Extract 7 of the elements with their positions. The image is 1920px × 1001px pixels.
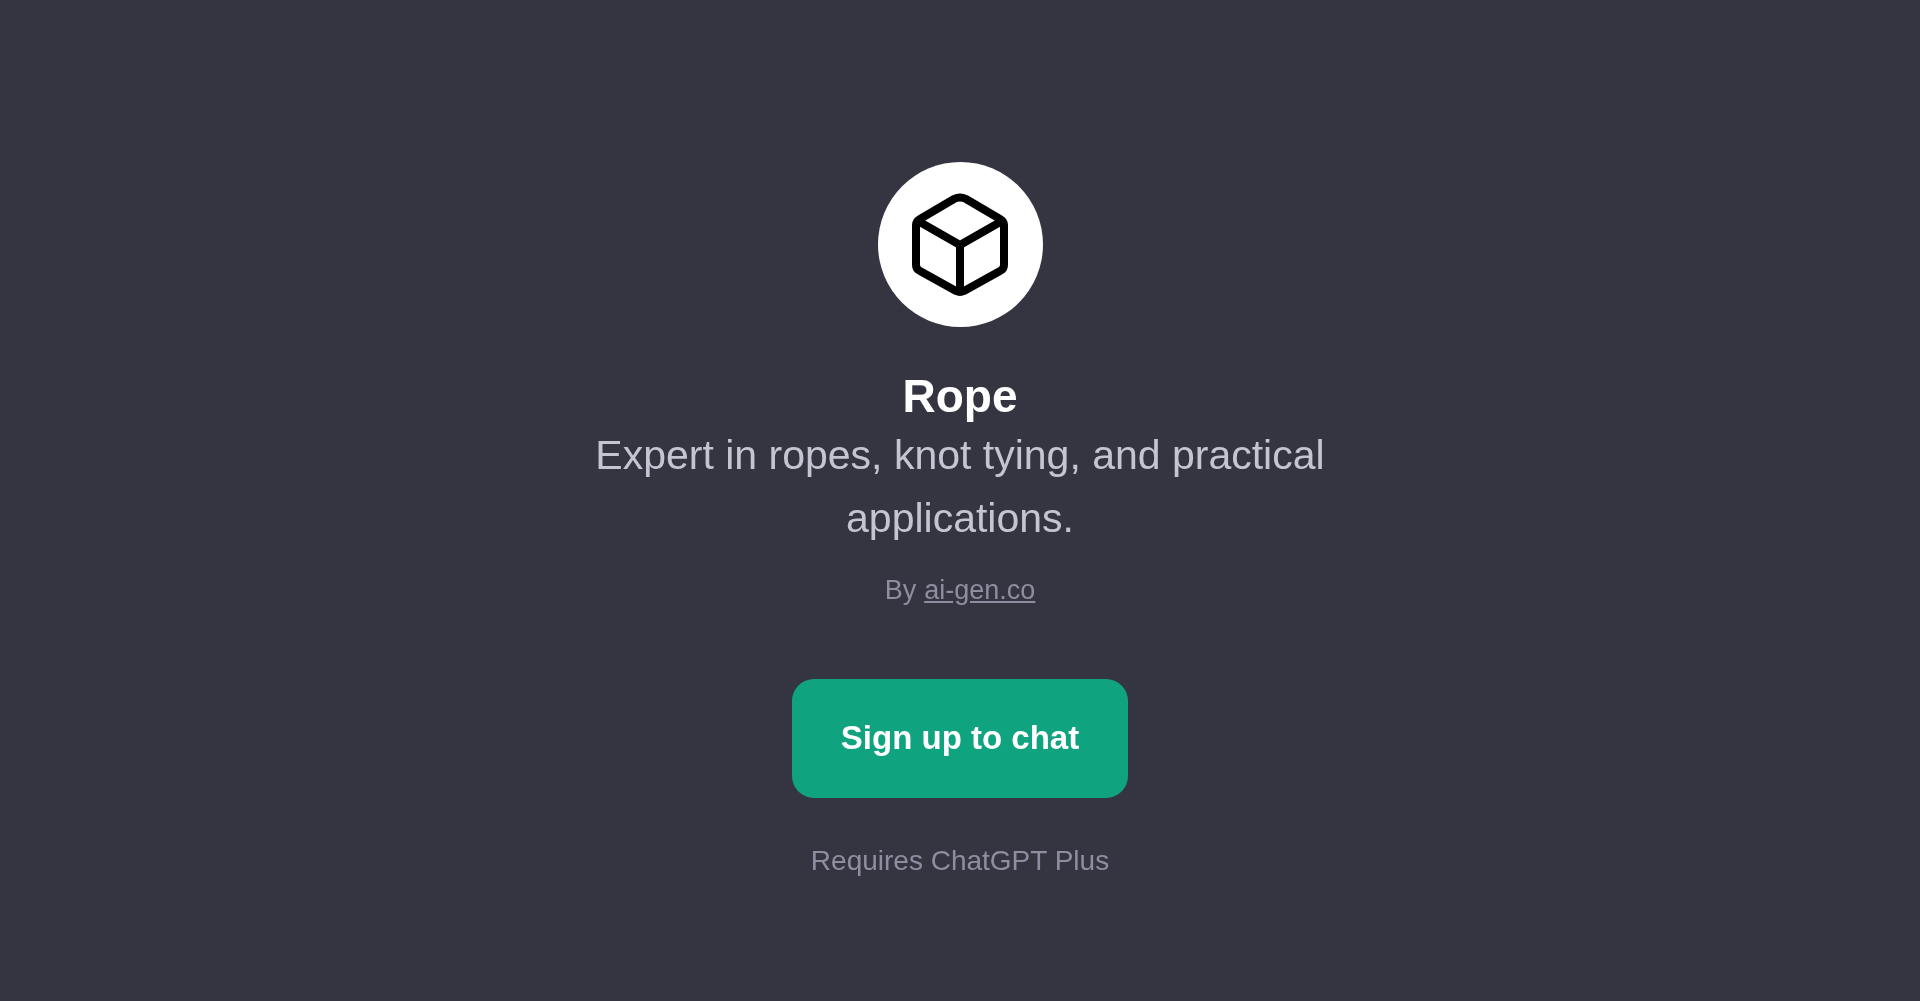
author-prefix: By — [884, 574, 917, 608]
sign-up-button[interactable]: Sign up to chat — [792, 678, 1128, 798]
gpt-description: Expert in ropes, knot tying, and practical applications. — [594, 431, 1326, 544]
requirement-note: Requires ChatGPT Plus — [810, 843, 1110, 878]
cube-icon — [912, 192, 1008, 297]
author-link[interactable]: ai-gen.co — [924, 570, 1036, 611]
gpt-title: Rope — [902, 369, 1018, 424]
